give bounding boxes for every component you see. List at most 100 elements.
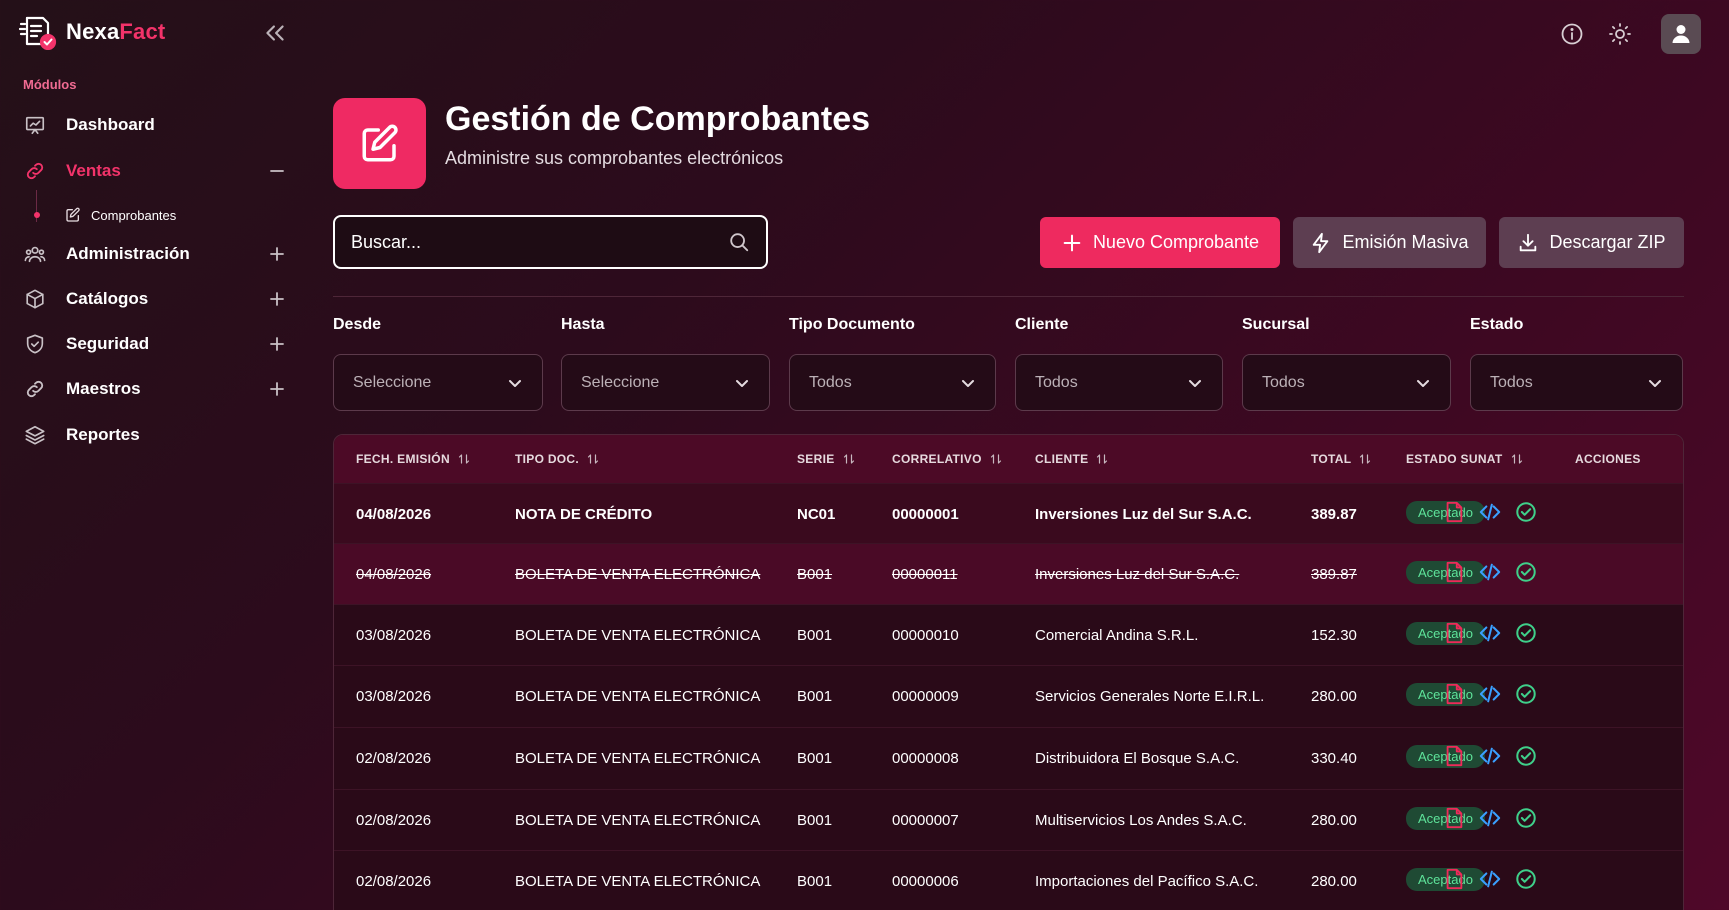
filter-select-desde[interactable]: Seleccione <box>333 354 543 411</box>
check-circle-icon[interactable] <box>1515 807 1537 829</box>
mass-emission-button[interactable]: Emisión Masiva <box>1293 217 1486 268</box>
column-header-fecha[interactable]: FECH. EMISIÓN <box>356 452 470 466</box>
cell-tipo: BOLETA DE VENTA ELECTRÓNICA <box>515 627 761 644</box>
sidebar-item-seguridad[interactable]: Seguridad <box>24 328 286 360</box>
cell-fecha: 02/08/2026 <box>356 750 432 767</box>
table-row[interactable]: 04/08/2026 BOLETA DE VENTA ELECTRÓNICA B00… <box>334 543 1683 604</box>
search-icon[interactable] <box>728 231 750 253</box>
cell-total: 330.40 <box>1311 750 1357 767</box>
chevrons-left-icon[interactable] <box>262 20 288 46</box>
shield-icon <box>26 334 44 354</box>
cell-cliente: Comercial Andina S.R.L. <box>1035 627 1199 644</box>
chevron-down-icon <box>1649 379 1661 387</box>
filter-estado: Estado Todos <box>1470 316 1683 411</box>
pdf-icon[interactable] <box>1443 868 1465 890</box>
cell-correlativo: 00000008 <box>892 750 959 767</box>
plus-icon[interactable] <box>268 245 286 263</box>
check-circle-icon[interactable] <box>1515 622 1537 644</box>
sort-icon <box>1360 454 1371 464</box>
column-header-total[interactable]: TOTAL <box>1311 452 1371 466</box>
new-comprobante-button[interactable]: Nuevo Comprobante <box>1040 217 1280 268</box>
filter-value: Todos <box>1262 373 1305 391</box>
filter-select-estado[interactable]: Todos <box>1470 354 1683 411</box>
sidebar-subitem-comprobantes[interactable]: Comprobantes <box>34 203 176 227</box>
pdf-icon[interactable] <box>1443 683 1465 705</box>
sidebar-item-catalogos[interactable]: Catálogos <box>24 283 286 315</box>
pdf-icon[interactable] <box>1443 745 1465 767</box>
filter-select-sucursal[interactable]: Todos <box>1242 354 1451 411</box>
plus-icon[interactable] <box>268 380 286 398</box>
code-icon[interactable] <box>1479 868 1501 890</box>
column-header-estado[interactable]: ESTADO SUNAT <box>1406 452 1523 466</box>
cell-fecha: 03/08/2026 <box>356 627 432 644</box>
cell-cliente: Inversiones Luz del Sur S.A.C. <box>1035 566 1240 583</box>
filter-label: Estado <box>1470 316 1524 333</box>
filter-value: Seleccione <box>581 373 660 391</box>
pdf-icon[interactable] <box>1443 807 1465 829</box>
sidebar-item-label: Seguridad <box>66 334 150 353</box>
table-row[interactable]: 04/08/2026 NOTA DE CRÉDITO NC01 00000001 Inv… <box>334 483 1683 544</box>
cell-cliente: Distribuidora El Bosque S.A.C. <box>1035 750 1240 767</box>
column-header-label: TOTAL <box>1311 452 1352 466</box>
pdf-icon[interactable] <box>1443 501 1465 523</box>
check-circle-icon[interactable] <box>1515 683 1537 705</box>
sidebar-item-reportes[interactable]: Reportes <box>24 419 286 451</box>
sun-icon[interactable] <box>1608 22 1632 46</box>
invoice-logo-icon <box>18 16 57 50</box>
check-circle-icon[interactable] <box>1515 868 1537 890</box>
filter-label: Desde <box>333 316 382 333</box>
table-row[interactable]: 03/08/2026 BOLETA DE VENTA ELECTRÓNICA B00… <box>334 604 1683 665</box>
active-dot <box>34 212 40 218</box>
table-row[interactable]: 02/08/2026 BOLETA DE VENTA ELECTRÓNICA B00… <box>334 850 1683 910</box>
presentation-chart-icon <box>25 116 45 135</box>
column-header-tipo[interactable]: TIPO DOC. <box>515 452 599 466</box>
code-icon[interactable] <box>1479 501 1501 523</box>
sidebar-item-ventas[interactable]: Ventas <box>24 155 286 187</box>
check-circle-icon[interactable] <box>1515 501 1537 523</box>
filter-select-hasta[interactable]: Seleccione <box>561 354 770 411</box>
pdf-icon[interactable] <box>1443 561 1465 583</box>
section-label-modulos: Módulos <box>23 77 77 92</box>
table-row[interactable]: 02/08/2026 BOLETA DE VENTA ELECTRÓNICA B00… <box>334 789 1683 850</box>
column-header-label: ACCIONES <box>1575 452 1641 466</box>
table-row[interactable]: 03/08/2026 BOLETA DE VENTA ELECTRÓNICA B00… <box>334 665 1683 726</box>
code-icon[interactable] <box>1479 745 1501 767</box>
plus-icon[interactable] <box>268 335 286 353</box>
user-avatar-button[interactable] <box>1661 14 1701 54</box>
column-header-label: CLIENTE <box>1035 452 1089 466</box>
sidebar-item-administracion[interactable]: Administración <box>24 238 286 270</box>
minus-icon[interactable] <box>268 162 286 180</box>
code-icon[interactable] <box>1479 622 1501 644</box>
brand-name: NexaFact <box>66 19 165 45</box>
filter-value: Todos <box>1490 373 1533 391</box>
filter-label: Tipo Documento <box>789 316 915 333</box>
check-circle-icon[interactable] <box>1515 561 1537 583</box>
sidebar-item-dashboard[interactable]: Dashboard <box>24 109 286 141</box>
column-header-cliente[interactable]: CLIENTE <box>1035 452 1108 466</box>
code-icon[interactable] <box>1479 561 1501 583</box>
info-icon[interactable] <box>1560 22 1584 46</box>
plus-icon[interactable] <box>268 290 286 308</box>
cell-fecha: 02/08/2026 <box>356 812 432 829</box>
column-header-label: SERIE <box>797 452 835 466</box>
cell-total: 389.87 <box>1311 506 1357 523</box>
column-header-serie[interactable]: SERIE <box>797 452 855 466</box>
cell-fecha: 04/08/2026 <box>356 506 432 523</box>
search-box[interactable] <box>333 215 768 269</box>
code-icon[interactable] <box>1479 807 1501 829</box>
column-header-acciones: ACCIONES <box>1575 452 1641 466</box>
download-zip-button[interactable]: Descargar ZIP <box>1499 217 1684 268</box>
table-row[interactable]: 02/08/2026 BOLETA DE VENTA ELECTRÓNICA B00… <box>334 727 1683 788</box>
sidebar-item-maestros[interactable]: Maestros <box>24 373 286 405</box>
brand[interactable]: NexaFact <box>18 14 165 50</box>
check-circle-icon[interactable] <box>1515 745 1537 767</box>
pdf-icon[interactable] <box>1443 622 1465 644</box>
edit-icon <box>66 207 80 222</box>
column-header-correlativo[interactable]: CORRELATIVO <box>892 452 1002 466</box>
cell-total: 152.30 <box>1311 627 1357 644</box>
search-input[interactable] <box>351 231 728 253</box>
code-icon[interactable] <box>1479 683 1501 705</box>
filter-select-cliente[interactable]: Todos <box>1015 354 1223 411</box>
filter-select-tipo-documento[interactable]: Todos <box>789 354 996 411</box>
plus-icon <box>1063 234 1081 251</box>
